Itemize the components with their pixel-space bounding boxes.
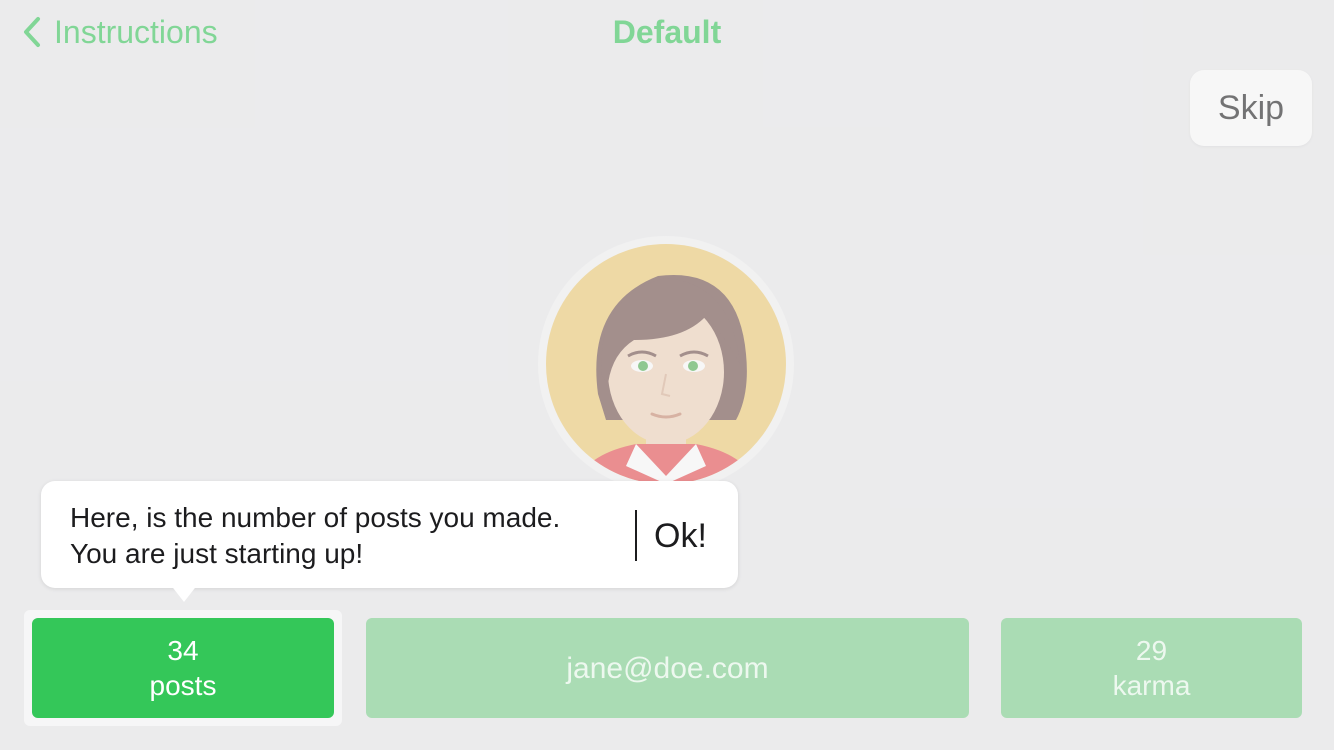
- karma-label: karma: [1112, 670, 1191, 701]
- avatar: [546, 244, 786, 484]
- tooltip-divider: [635, 510, 637, 561]
- email-value: jane@doe.com: [566, 651, 769, 685]
- ok-button[interactable]: Ok!: [654, 510, 707, 562]
- tooltip-line-2: You are just starting up!: [70, 538, 364, 569]
- karma-stat[interactable]: 29 karma: [1001, 618, 1302, 718]
- skip-button[interactable]: Skip: [1190, 70, 1312, 146]
- tooltip-arrow: [170, 584, 198, 602]
- back-button[interactable]: Instructions: [22, 10, 218, 54]
- email-stat[interactable]: jane@doe.com: [366, 618, 969, 718]
- back-button-label: Instructions: [54, 13, 218, 50]
- karma-value: 29: [1135, 635, 1168, 666]
- tooltip-message: Here, is the number of posts you made. Y…: [70, 500, 630, 572]
- posts-label: posts: [149, 670, 217, 701]
- posts-stat[interactable]: 34 posts: [32, 618, 334, 718]
- posts-value: 34: [167, 635, 199, 666]
- tooltip-line-1: Here, is the number of posts you made.: [70, 502, 561, 533]
- chevron-left-icon: [22, 16, 42, 48]
